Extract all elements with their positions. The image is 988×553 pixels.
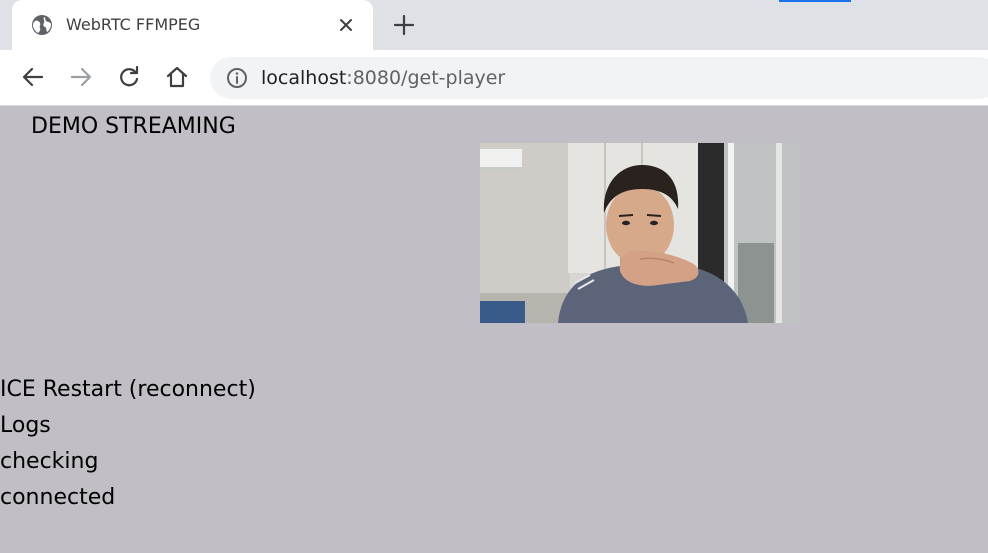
video-player[interactable] [480,143,800,323]
home-icon[interactable] [164,64,190,90]
url-path: :8080/get-player [346,67,506,89]
logs-heading: Logs [0,413,51,438]
info-icon[interactable] [226,67,248,89]
reload-icon[interactable] [116,64,142,90]
browser-window: WebRTC FFMPEG localhost:8080/get-player … [0,0,988,553]
browser-toolbar: localhost:8080/get-player [0,50,988,106]
webcam-frame [480,143,800,323]
globe-icon [31,14,53,36]
page-content: DEMO STREAMING ICE Restart (reconnect) L… [0,106,988,553]
tab-webrtc-ffmpeg[interactable]: WebRTC FFMPEG [12,0,373,50]
url-text: localhost:8080/get-player [261,66,505,90]
page-title: DEMO STREAMING [31,114,236,139]
tabstrip-accent-bar [779,0,851,2]
log-entry-checking: checking [0,449,99,474]
forward-arrow-icon[interactable] [68,64,94,90]
tab-title: WebRTC FFMPEG [66,15,201,34]
log-entry-connected: connected [0,485,116,510]
tab-strip: WebRTC FFMPEG [0,0,988,50]
address-bar[interactable]: localhost:8080/get-player [210,57,988,99]
back-arrow-icon[interactable] [20,64,46,90]
ice-restart-button[interactable]: ICE Restart (reconnect) [0,377,256,403]
plus-icon[interactable] [392,13,416,37]
url-host: localhost [261,67,347,89]
close-icon[interactable] [336,15,356,35]
